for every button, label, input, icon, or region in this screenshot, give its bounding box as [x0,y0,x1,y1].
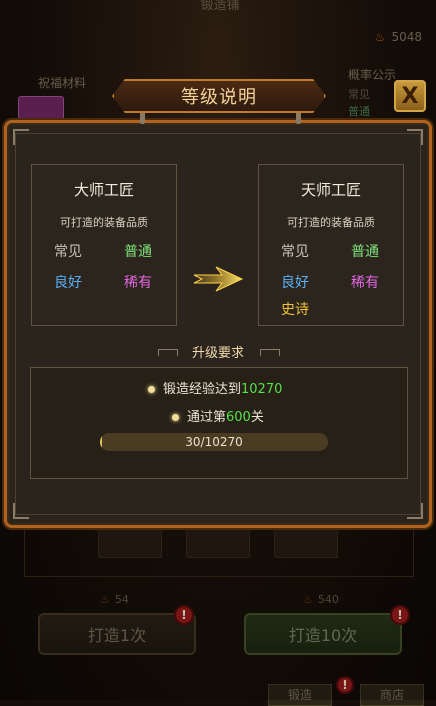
quality-epic: 史诗 [281,302,309,318]
next-rank-name: 天师工匠 [300,181,361,199]
requirement-stage-prefix: 通过第 [187,410,227,425]
requirement-stage-suffix: 关 [250,410,264,425]
quality-common: 常见 [281,244,309,260]
dialog-title: 等级说明 [181,87,257,108]
quality-normal: 普通 [124,244,152,260]
heading-ornament [260,349,280,356]
dialog-title-banner: 等级说明 [112,79,326,113]
current-rank-name: 大师工匠 [73,181,134,199]
current-rank-panel: 大师工匠 可打造的装备品质 常见 普通 良好 稀有 [31,164,177,326]
bullet-icon [172,414,179,421]
quality-rare: 稀有 [124,275,152,291]
close-icon: X [401,83,419,109]
requirements-heading: 升级要求 [191,346,244,361]
quality-rare: 稀有 [351,275,379,291]
next-rank-panel: 天师工匠 可打造的装备品质 常见 普通 良好 稀有 史诗 [258,164,404,326]
corner-ornament [407,503,423,519]
next-rank-subtitle: 可打造的装备品质 [287,216,375,229]
quality-normal: 普通 [351,244,379,260]
requirement-exp: 锻造经验达到10270 [148,378,282,397]
requirement-exp-text: 锻造经验达到 [163,382,242,397]
upgrade-arrow-icon [193,266,244,292]
requirement-exp-target: 10270 [241,382,283,397]
requirement-stage: 通过第600关 [172,406,264,425]
corner-ornament [13,503,29,519]
current-rank-subtitle: 可打造的装备品质 [60,216,148,229]
corner-ornament [13,129,29,145]
corner-ornament [407,129,423,145]
exp-progress-bar: 30/10270 [100,433,328,451]
quality-good: 良好 [281,275,309,291]
quality-common: 常见 [54,244,82,260]
exp-progress-text: 30/10270 [185,435,243,449]
quality-good: 良好 [54,275,82,291]
close-button[interactable]: X [394,80,426,112]
bullet-icon [148,386,155,393]
requirement-stage-number: 600 [226,410,251,425]
